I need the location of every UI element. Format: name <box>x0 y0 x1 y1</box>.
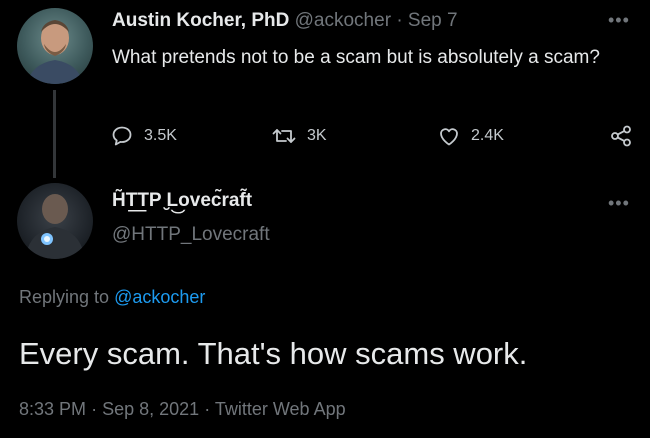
more-options-button[interactable]: ••• <box>608 11 630 29</box>
share-icon <box>611 125 631 147</box>
tweet-metadata: 8:33 PM · Sep 8, 2021 · Twitter Web App <box>19 399 346 420</box>
more-options-button[interactable]: ••• <box>608 194 630 212</box>
tweet-client[interactable]: Twitter Web App <box>215 399 346 419</box>
heart-icon <box>440 128 458 146</box>
reply-count: 3.5K <box>144 127 177 144</box>
like-button[interactable]: 2.4K <box>437 124 504 148</box>
retweet-arrows-icon <box>272 129 296 143</box>
retweet-count: 3K <box>307 127 327 144</box>
ellipsis-icon: ••• <box>608 193 630 213</box>
separator: · <box>91 399 98 419</box>
reply-button[interactable]: 3.5K <box>110 124 177 148</box>
avatar[interactable] <box>17 183 93 259</box>
replying-to-label: Replying to <box>19 287 110 307</box>
profile-photo-icon <box>25 194 85 259</box>
author-name[interactable]: Austin Kocher, PhD <box>112 10 289 31</box>
separator: · <box>396 10 403 31</box>
avatar[interactable] <box>17 8 93 84</box>
replying-to: Replying to @ackocher <box>19 287 205 308</box>
speech-bubble-icon <box>112 126 132 146</box>
tweet-text: Every scam. That's how scams work. <box>19 336 528 371</box>
like-count: 2.4K <box>471 127 504 144</box>
retweet-button[interactable]: 3K <box>271 124 327 148</box>
tweet-date[interactable]: Sep 8, 2021 <box>102 399 199 419</box>
tweet-time[interactable]: 8:33 PM <box>19 399 86 419</box>
tweet-date[interactable]: Sep 7 <box>408 10 458 31</box>
author-handle[interactable]: @ackocher <box>295 10 391 31</box>
ellipsis-icon: ••• <box>608 10 630 30</box>
share-button[interactable] <box>609 124 633 148</box>
profile-photo-icon <box>27 20 83 84</box>
author-handle[interactable]: @HTTP_Lovecraft <box>112 224 270 246</box>
author-name[interactable]: H͂T͟TP ̮L͜ovec͂raf͂t <box>112 190 252 212</box>
tweet-header: Austin Kocher, PhD @ackocher · Sep 7 <box>112 10 458 32</box>
tweet-text: What pretends not to be a scam but is ab… <box>112 47 600 68</box>
thread-line <box>53 90 56 178</box>
separator: · <box>204 399 211 419</box>
replying-to-handle[interactable]: @ackocher <box>114 287 205 307</box>
